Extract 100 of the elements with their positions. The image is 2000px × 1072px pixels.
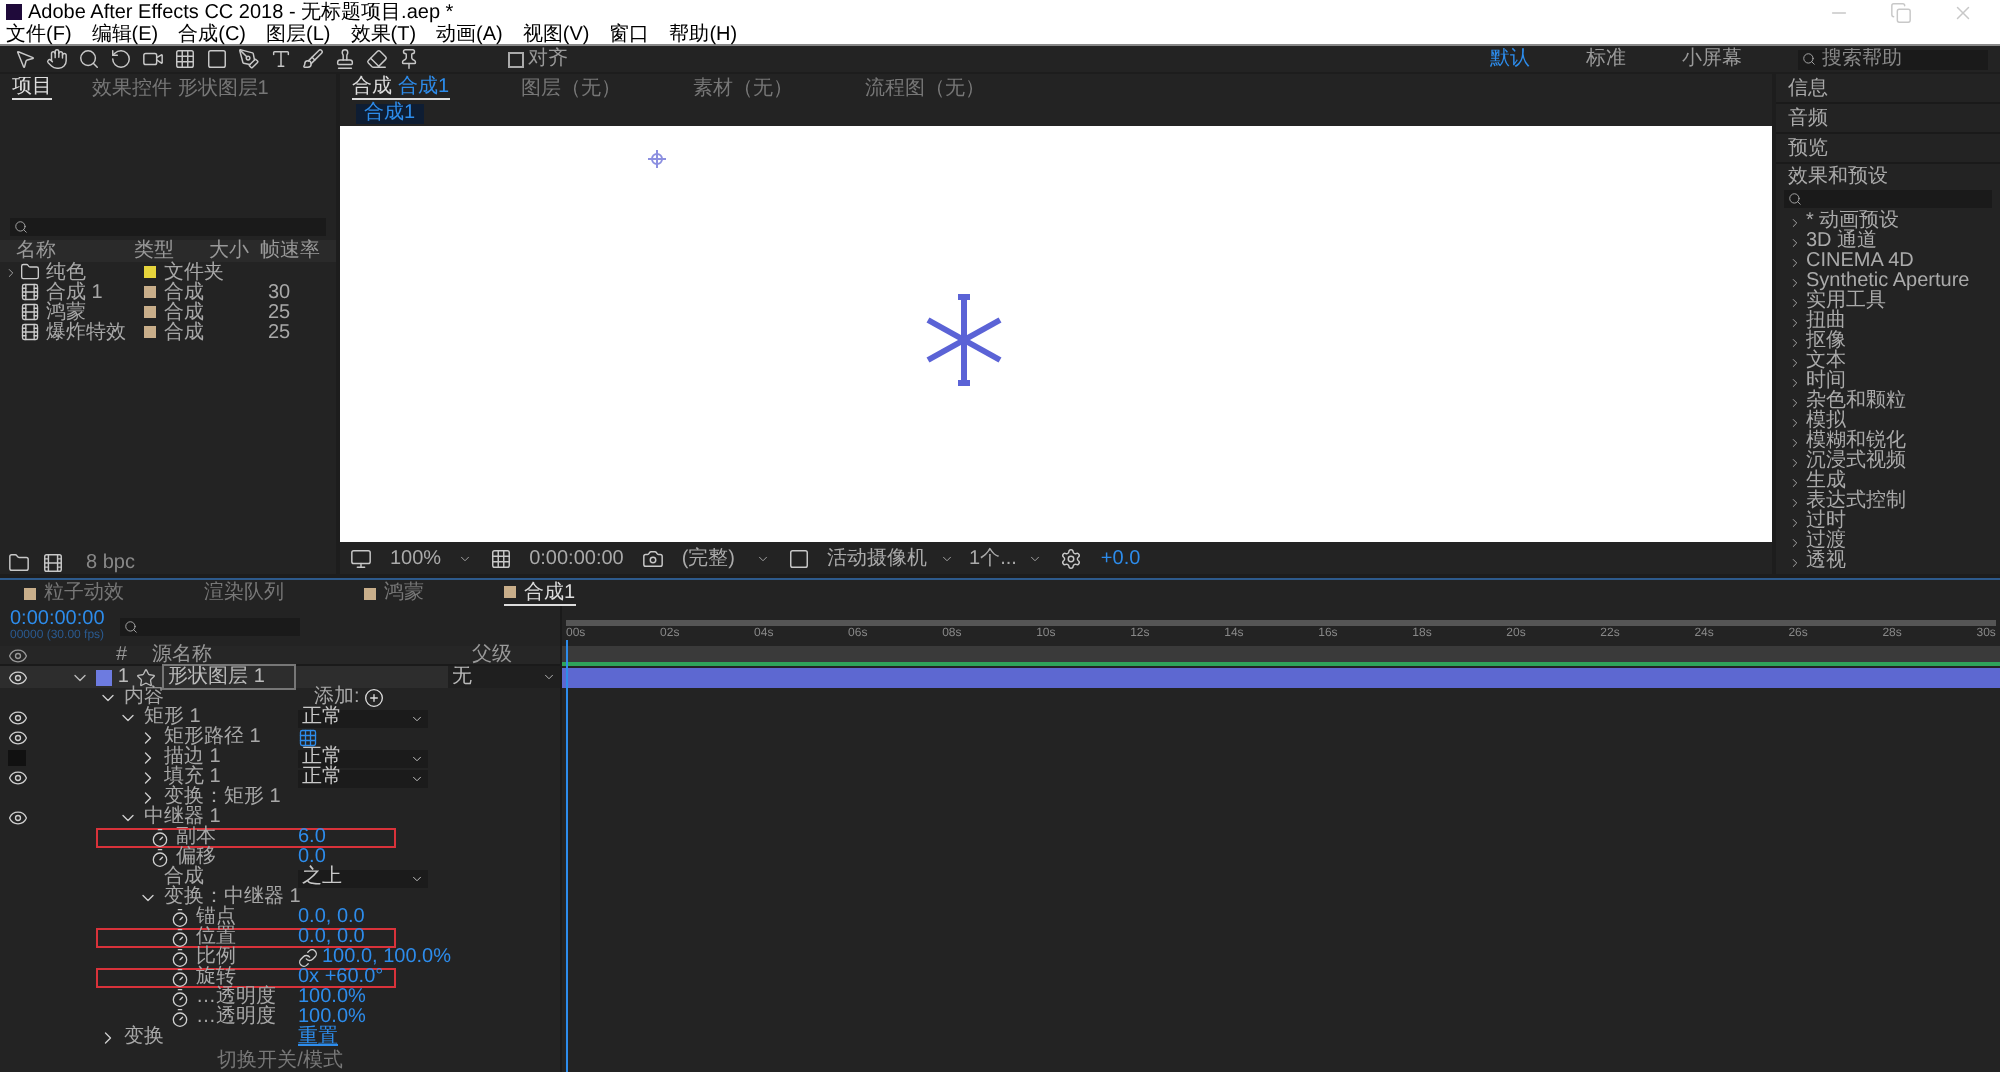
stopwatch-icon[interactable] — [170, 1008, 190, 1028]
effect-category[interactable]: 实用工具 — [1806, 292, 1886, 312]
breadcrumb[interactable]: 合成1 — [356, 104, 424, 124]
workspace-tab[interactable]: 小屏幕 — [1682, 48, 1742, 70]
rotate-tool[interactable] — [108, 46, 134, 72]
parent-dropdown[interactable]: 无 — [448, 666, 560, 688]
type-tool[interactable] — [268, 46, 294, 72]
visibility-eye-icon[interactable] — [8, 728, 28, 748]
bit-depth[interactable]: 8 bpc — [86, 551, 135, 573]
item-name[interactable]: 鸿蒙 — [46, 301, 86, 323]
new-folder-button[interactable] — [6, 549, 32, 575]
panel-tab[interactable]: 效果控件 形状图层1 — [92, 77, 269, 99]
label-swatch[interactable] — [144, 286, 156, 298]
label-swatch[interactable] — [144, 266, 156, 278]
snap-checkbox[interactable] — [508, 51, 524, 67]
column-header[interactable]: 类型 — [134, 240, 209, 262]
menu-item[interactable]: 视图(V) — [522, 23, 590, 45]
timeline-tab[interactable]: 合成1 — [504, 581, 576, 605]
effect-category[interactable]: * 动画预设 — [1806, 212, 1900, 232]
column-header[interactable]: 大小 — [208, 240, 260, 262]
menu-item[interactable]: 图层(L) — [266, 23, 331, 45]
workspace-tab[interactable]: 标准 — [1586, 48, 1626, 70]
effect-category[interactable]: 表达式控制 — [1806, 492, 1906, 512]
eraser-tool[interactable] — [364, 46, 390, 72]
property-value[interactable]: 100.0% — [298, 988, 366, 1008]
property-value[interactable]: 100.0% — [298, 1008, 366, 1028]
expand-icon[interactable] — [4, 265, 18, 279]
current-time[interactable]: 0:00:00:00 — [529, 547, 624, 569]
stopwatch-icon[interactable] — [170, 988, 190, 1008]
property-value[interactable]: 0.0, 0.0 — [298, 908, 365, 928]
visibility-eye-icon[interactable] — [8, 808, 28, 828]
timeline-tab[interactable]: 渲染队列 — [204, 582, 284, 604]
menu-item[interactable]: 合成(C) — [178, 23, 247, 45]
new-composition-button[interactable] — [40, 549, 66, 575]
visibility-eye-icon[interactable] — [8, 708, 28, 728]
layer-name[interactable]: 形状图层 1 — [162, 664, 297, 690]
views-dropdown[interactable]: 1个... — [969, 547, 1043, 569]
effect-category[interactable]: 抠像 — [1806, 332, 1846, 352]
panel-section[interactable]: 预览 — [1776, 134, 2000, 164]
effect-category[interactable]: 过时 — [1806, 512, 1846, 532]
layer-search-field[interactable] — [120, 617, 301, 635]
viewer-tab[interactable]: 素材（无） — [693, 77, 794, 99]
blend-dropdown[interactable]: 正常 — [298, 709, 428, 727]
effect-category[interactable]: 沉浸式视频 — [1806, 452, 1906, 472]
effect-category[interactable]: 模糊和锐化 — [1806, 432, 1906, 452]
panel-section[interactable]: 音频 — [1776, 104, 2000, 134]
effect-category[interactable]: 文本 — [1806, 352, 1846, 372]
stopwatch-icon[interactable] — [150, 828, 170, 848]
effects-search-field[interactable] — [1784, 190, 1992, 208]
help-search-field[interactable]: 搜索帮助 — [1798, 49, 1988, 69]
stopwatch-icon[interactable] — [170, 948, 190, 968]
menu-item[interactable]: 文件(F) — [6, 23, 72, 45]
effect-category[interactable]: Synthetic Aperture — [1806, 272, 1970, 292]
clone-stamp-tool[interactable] — [332, 46, 358, 72]
zoom-dropdown[interactable]: 100% — [390, 547, 472, 569]
settings-button[interactable] — [1058, 545, 1085, 571]
label-swatch[interactable] — [144, 326, 156, 338]
effect-category[interactable]: 生成 — [1806, 472, 1846, 492]
resolution-dropdown[interactable]: (完整) — [681, 547, 770, 569]
visibility-eye-icon[interactable] — [8, 768, 28, 788]
brush-tool[interactable] — [300, 46, 326, 72]
menu-item[interactable]: 效果(T) — [350, 23, 417, 45]
region-button[interactable] — [785, 545, 812, 571]
panel-tab[interactable]: 项目 — [12, 76, 52, 100]
item-name[interactable]: 爆炸特效 — [46, 321, 126, 343]
viewer-tab[interactable]: 合成 合成1 — [352, 76, 450, 100]
pen-tool[interactable] — [236, 46, 262, 72]
menu-item[interactable]: 帮助(H) — [669, 23, 738, 45]
visibility-eye-icon[interactable] — [8, 667, 28, 687]
label-swatch[interactable] — [144, 306, 156, 318]
blend-dropdown[interactable]: 正常 — [298, 769, 428, 787]
item-name[interactable]: 纯色 — [46, 261, 86, 283]
effect-category[interactable]: 透视 — [1806, 552, 1846, 572]
effect-category[interactable]: CINEMA 4D — [1806, 252, 1914, 272]
add-icon[interactable] — [363, 688, 384, 708]
viewer-tab[interactable]: 流程图（无） — [865, 77, 986, 99]
panel-section[interactable]: 信息 — [1776, 74, 2000, 104]
column-header[interactable]: 源名称 — [152, 644, 472, 666]
blend-dropdown[interactable]: 之上 — [298, 869, 428, 887]
preview-toggle-button[interactable] — [348, 545, 374, 571]
snapshot-button[interactable] — [639, 545, 666, 571]
property-value[interactable]: 100.0, 100.0% — [322, 948, 451, 968]
menu-item[interactable]: 编辑(E) — [91, 23, 159, 45]
timecode[interactable]: 0:00:00:00 — [10, 609, 105, 629]
stopwatch-icon[interactable] — [150, 848, 170, 868]
grid-button[interactable] — [487, 545, 514, 571]
effect-category[interactable]: 扭曲 — [1806, 312, 1846, 332]
puppet-tool[interactable] — [396, 46, 422, 72]
timeline-tab[interactable]: 粒子动效 — [24, 582, 124, 604]
stopwatch-icon[interactable] — [170, 908, 190, 928]
selection-tool[interactable] — [12, 46, 38, 72]
rectangle-tool[interactable] — [204, 46, 230, 72]
exposure-value[interactable]: +0.0 — [1100, 547, 1141, 569]
project-search-field[interactable] — [10, 218, 326, 236]
effect-category[interactable]: 3D 通道 — [1806, 232, 1878, 252]
menu-item[interactable]: 窗口 — [609, 23, 650, 45]
effect-category[interactable]: 杂色和颗粒 — [1806, 392, 1906, 412]
hand-tool[interactable] — [44, 46, 70, 72]
item-name[interactable]: 合成 1 — [46, 281, 103, 303]
column-header[interactable]: 父级 — [472, 644, 512, 666]
